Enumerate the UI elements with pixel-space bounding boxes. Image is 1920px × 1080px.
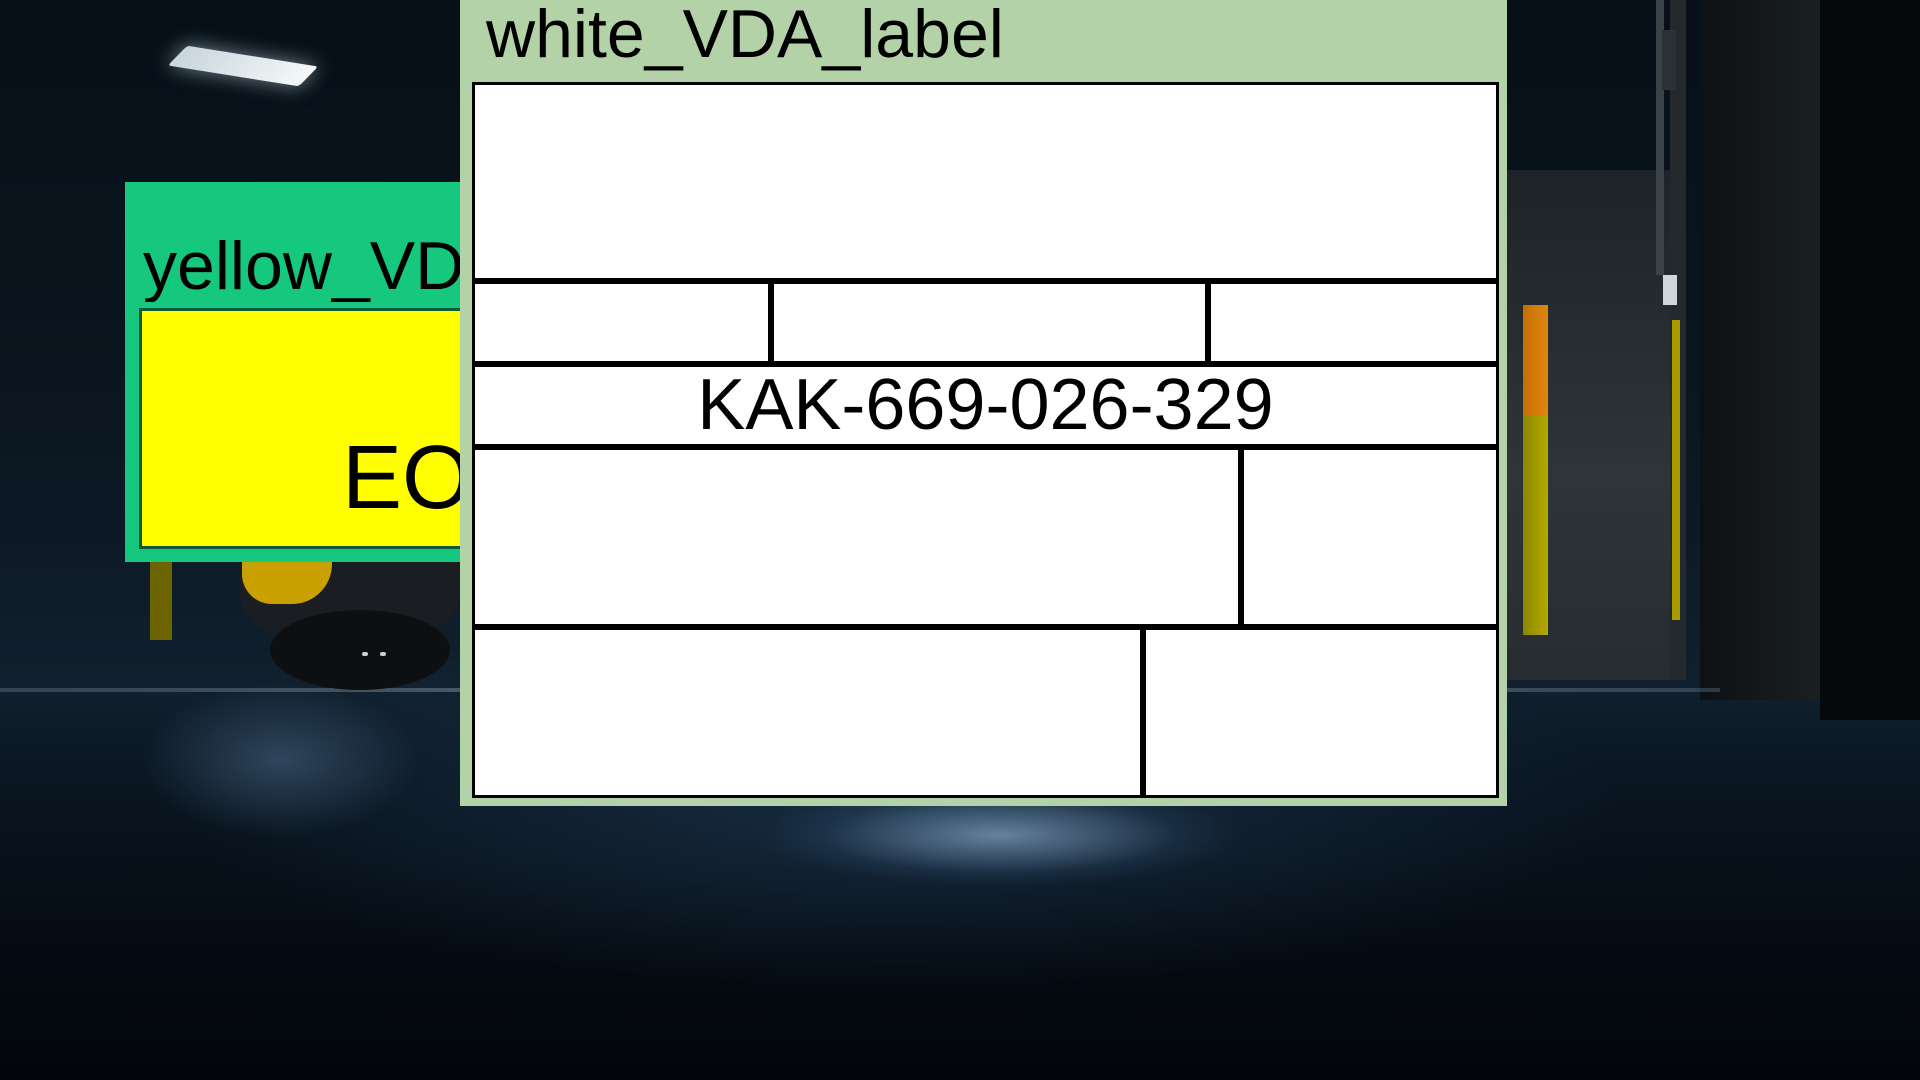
- grid-line: [1238, 447, 1244, 624]
- white-vda-label-header: white_VDA_label: [486, 0, 1004, 72]
- right-pillar: [1700, 0, 1820, 700]
- left-bollard: [150, 560, 172, 640]
- white-vda-label-box[interactable]: white_VDA_label KAK-669-026-329: [460, 0, 1507, 806]
- yellow-vda-label-header: yellow_VDA_label: [143, 228, 472, 302]
- label-code-text: KAK-669-026-329: [697, 365, 1274, 445]
- yellow-vda-label-box[interactable]: yellow_VDA_label EO: [125, 182, 480, 562]
- right-shadow: [1820, 0, 1920, 720]
- grid-line: [768, 281, 774, 364]
- yellow-label-body: EO: [139, 308, 474, 549]
- grid-line: [475, 278, 1496, 284]
- yellow-label-text: EO: [342, 428, 473, 528]
- conduit-box: [1662, 30, 1676, 90]
- grid-line: [1205, 281, 1211, 364]
- grid-line: [1140, 627, 1146, 795]
- yellow-bollard: [1523, 415, 1548, 635]
- car-wheel: [270, 610, 450, 690]
- car-light-dot: [362, 652, 368, 656]
- ceiling-light: [167, 45, 319, 87]
- grid-line: [475, 444, 1496, 450]
- yellow-door-stripe: [1672, 320, 1680, 620]
- white-label-body: KAK-669-026-329: [472, 82, 1499, 798]
- wall-switch: [1663, 275, 1677, 305]
- car-light-dot: [380, 652, 386, 656]
- orange-bollard-top: [1523, 305, 1548, 415]
- grid-line: [475, 624, 1496, 630]
